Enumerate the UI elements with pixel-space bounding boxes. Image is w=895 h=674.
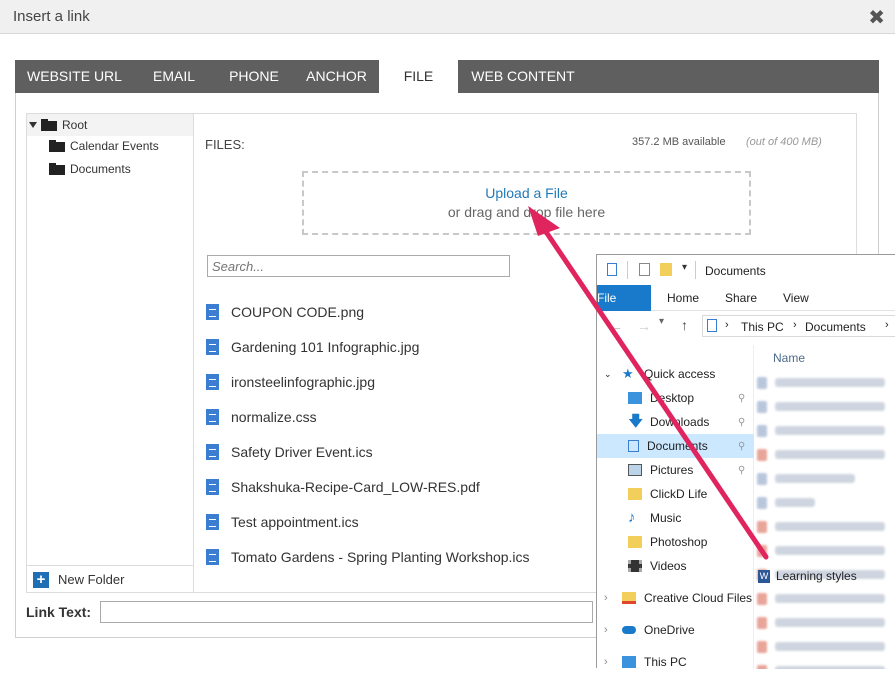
drag-arrow-overlay <box>528 206 769 560</box>
drag-arrow-head <box>528 206 560 236</box>
drag-arrow-line <box>535 217 769 560</box>
insert-link-dialog: Insert a link ✖ WEBSITE URL EMAIL PHONE … <box>0 0 895 669</box>
